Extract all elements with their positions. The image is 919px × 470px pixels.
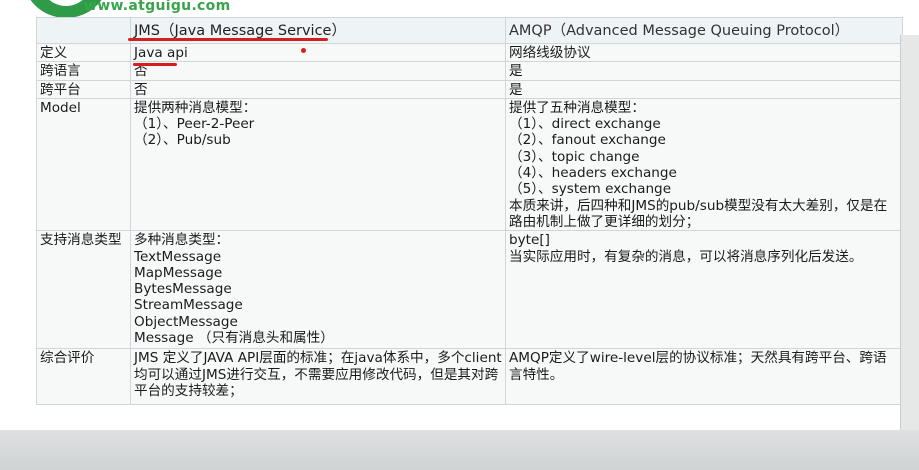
table-row: 支持消息类型 多种消息类型： TextMessage MapMessage BytesM… <box>36 230 903 350</box>
jms-cell: 否 <box>130 79 506 99</box>
row-label: 跨平台 <box>36 79 131 99</box>
presentation-slide: www.atguigu.com JMS（Java Message Service… <box>0 0 919 470</box>
amqp-cell-line: （4）、headers exchange <box>509 165 677 182</box>
amqp-cell-line: （3）、topic change <box>509 148 640 165</box>
amqp-cell-line: 本质来讲，后四种和JMS的pub/sub模型没有太大差别，仅是在 <box>509 197 888 214</box>
jms-cell-line: 否 <box>134 63 148 80</box>
header-cell-empty <box>36 17 131 44</box>
table-row: 综合评价 JMS 定义了JAVA API层面的标准；在java体系中，多个clie… <box>36 348 903 406</box>
jms-cell-line: MapMessage <box>134 264 223 281</box>
amqp-cell-line: 是 <box>509 63 523 80</box>
row-label: 跨语言 <box>36 61 131 81</box>
jms-cell-line: 平台的支持较差； <box>134 382 243 399</box>
jms-amqp-comparison-table: JMS（Java Message Service） AMQP（Advanced … <box>36 17 903 406</box>
jms-cell-line: StreamMessage <box>134 297 243 314</box>
jms-cell-line: （2）、Pub/sub <box>134 132 231 149</box>
jms-cell-line: TextMessage <box>134 248 222 265</box>
table-row: 定义 Java api 网络线级协议 <box>36 42 903 63</box>
jms-cell-line: 否 <box>134 81 148 98</box>
slide-bottom-band <box>0 430 919 470</box>
row-label: 综合评价 <box>36 348 131 406</box>
amqp-cell: AMQP定义了wire-level层的协议标准；天然具有跨平台、跨语 言特性。 <box>505 348 903 406</box>
jms-cell-line: 多种消息类型： <box>134 232 230 249</box>
amqp-cell-line: AMQP定义了wire-level层的协议标准；天然具有跨平台、跨语 <box>509 350 887 367</box>
amqp-cell: byte[] 当实际应用时，有复杂的消息，可以将消息序列化后发送。 <box>505 230 903 350</box>
amqp-cell: 提供了五种消息模型： （1）、direct exchange （2）、fanout … <box>505 97 903 232</box>
amqp-cell-line: 提供了五种消息模型： <box>509 99 645 116</box>
jms-cell: 提供两种消息模型： （1）、Peer-2-Peer （2）、Pub/sub <box>130 97 506 232</box>
annotation-dot <box>301 48 306 53</box>
amqp-cell-line: byte[] <box>509 232 550 249</box>
site-url: www.atguigu.com <box>84 0 231 14</box>
jms-cell-line: Java api <box>134 45 188 61</box>
amqp-cell-line: （5）、system exchange <box>509 181 672 198</box>
amqp-cell-line: （1）、direct exchange <box>509 116 661 133</box>
jms-cell: JMS 定义了JAVA API层面的标准；在java体系中，多个client 均可… <box>130 348 506 406</box>
jms-cell: 多种消息类型： TextMessage MapMessage BytesMessage… <box>130 230 506 350</box>
amqp-cell: 网络线级协议 <box>505 42 903 63</box>
jms-cell-line: BytesMessage <box>134 281 232 298</box>
amqp-cell-line: （2）、fanout exchange <box>509 132 666 149</box>
amqp-cell: 是 <box>505 61 903 81</box>
row-label: 支持消息类型 <box>36 230 131 350</box>
annotation-underline-jms-header <box>128 38 328 41</box>
row-label: 定义 <box>36 42 131 63</box>
jms-cell: Java api <box>130 42 506 63</box>
jms-cell-line: （1）、Peer-2-Peer <box>134 116 255 133</box>
amqp-cell-line: 当实际应用时，有复杂的消息，可以将消息序列化后发送。 <box>509 248 863 265</box>
slide-right-edge <box>900 35 919 433</box>
table-row: 跨平台否 是 <box>36 79 903 99</box>
jms-cell-line: 提供两种消息模型： <box>134 99 257 116</box>
jms-cell-line: Message （只有消息头和属性） <box>134 330 334 347</box>
amqp-cell-line: 是 <box>509 81 523 98</box>
jms-cell-line: 均可以通过JMS进行交互，不需要应用修改代码，但是其对跨 <box>134 366 499 383</box>
amqp-cell-line: 言特性。 <box>509 366 564 383</box>
jms-cell-line: ObjectMessage <box>134 313 238 330</box>
annotation-underline-java-api <box>133 63 177 66</box>
jms-cell: 否 <box>130 61 506 81</box>
amqp-cell: 是 <box>505 79 903 99</box>
amqp-cell-line: 网络线级协议 <box>509 45 591 61</box>
table-row: Model 提供两种消息模型： （1）、Peer-2-Peer （2）、Pub/sub… <box>36 97 903 232</box>
row-label: Model <box>36 97 131 232</box>
header-cell-amqp: AMQP（Advanced Message Queuing Protocol） <box>505 17 903 44</box>
jms-cell-line: JMS 定义了JAVA API层面的标准；在java体系中，多个client <box>134 350 502 367</box>
amqp-cell-line: 路由机制上做了更详细的划分； <box>509 213 700 230</box>
